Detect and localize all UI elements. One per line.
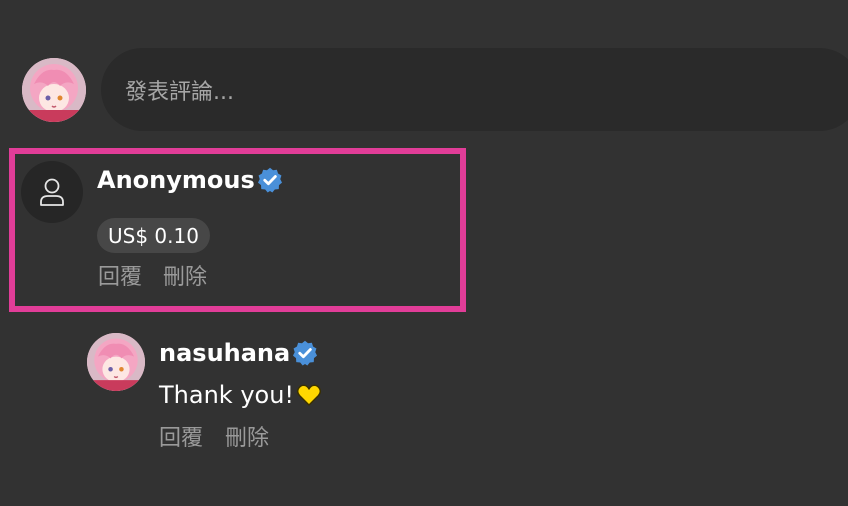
reply-author-avatar[interactable] [87, 333, 145, 391]
reply-author[interactable]: nasuhana [159, 338, 290, 368]
donation-amount-badge: US$ 0.10 [97, 218, 210, 253]
user-icon [40, 178, 64, 206]
comment-author[interactable]: Anonymous [97, 165, 255, 195]
donation-amount: US$ 0.10 [108, 223, 199, 248]
reply-button[interactable]: 回覆 [159, 425, 203, 453]
comment-input-placeholder: 發表評論... [125, 79, 234, 105]
delete-button[interactable]: 刪除 [163, 264, 207, 292]
comments-section: 發表評論... Anonymous US$ 0.10 回覆 刪除 nasuhan… [0, 0, 848, 506]
verified-badge-icon [257, 167, 283, 193]
yellow-heart-icon [297, 384, 322, 406]
reply-message: Thank you! [159, 380, 322, 410]
comment-input[interactable]: 發表評論... [101, 48, 848, 131]
reply-button[interactable]: 回覆 [98, 264, 142, 292]
anonymous-avatar [21, 161, 83, 223]
delete-button[interactable]: 刪除 [225, 425, 269, 453]
reply-message-text: Thank you! [159, 381, 295, 409]
verified-badge-icon [292, 340, 318, 366]
current-user-avatar[interactable] [22, 58, 86, 122]
